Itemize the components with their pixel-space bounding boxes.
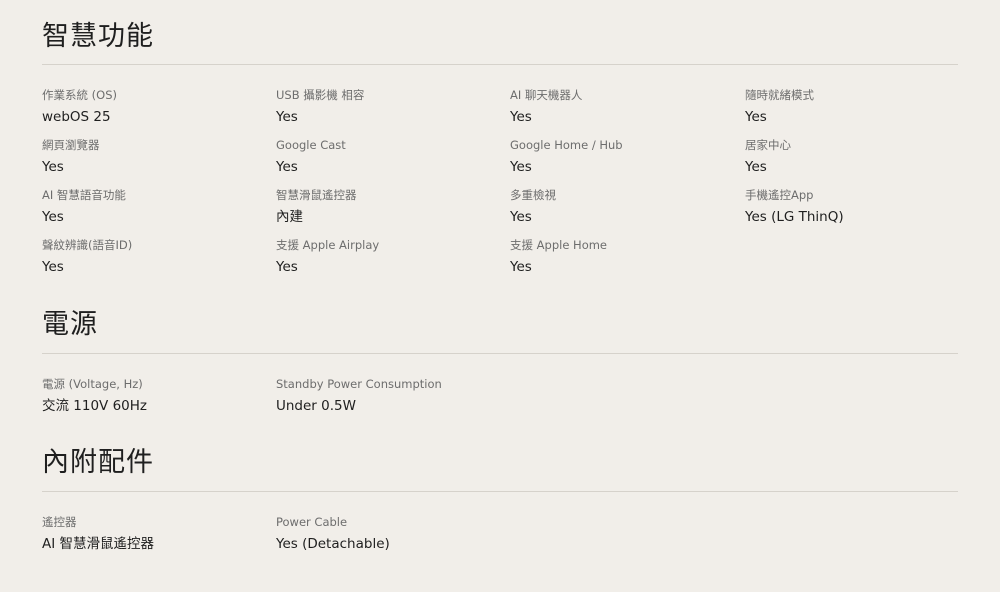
spec-value: Yes (510, 159, 532, 175)
section-divider (42, 353, 958, 354)
spec-power-cable: Power Cable Yes (Detachable) (276, 515, 506, 553)
spec-label: 智慧滑鼠遙控器 (276, 188, 357, 202)
spec-label: 電源 (Voltage, Hz) (42, 377, 143, 391)
spec-label: 網頁瀏覽器 (42, 138, 100, 152)
spec-label: 支援 Apple Home (510, 238, 608, 252)
spec-value: 交流 110V 60Hz (42, 398, 148, 414)
spec-voltage: 電源 (Voltage, Hz) 交流 110V 60Hz (42, 377, 272, 415)
spec-ai-voice: AI 智慧語音功能 Yes (42, 188, 272, 226)
spec-label: 手機遙控App (745, 188, 814, 202)
spec-usb-camera: USB 攝影機 相容 Yes (276, 88, 506, 126)
spec-value: Yes (745, 159, 767, 175)
spec-label: AI 智慧語音功能 (42, 188, 126, 202)
spec-value: Yes (276, 259, 298, 275)
spec-google-cast: Google Cast Yes (276, 138, 506, 176)
spec-label: 遙控器 (42, 515, 77, 529)
spec-web-browser: 網頁瀏覽器 Yes (42, 138, 272, 176)
spec-value: AI 智慧滑鼠遙控器 (42, 536, 155, 552)
section-divider (42, 64, 958, 65)
spec-label: 聲紋辨識(語音ID) (42, 238, 133, 252)
section-title-accessories: 內附配件 (42, 447, 154, 478)
spec-label: Standby Power Consumption (276, 377, 442, 391)
spec-value: Yes (42, 159, 64, 175)
spec-value: Yes (276, 159, 298, 175)
spec-google-home: Google Home / Hub Yes (510, 138, 740, 176)
spec-home-hub: 居家中心 Yes (745, 138, 975, 176)
spec-magic-remote: 智慧滑鼠遙控器 內建 (276, 188, 506, 226)
spec-value: Yes (510, 109, 532, 125)
section-title-power: 電源 (42, 309, 98, 340)
spec-value: Yes (745, 109, 767, 125)
section-title-smart: 智慧功能 (42, 21, 154, 52)
spec-label: 作業系統 (OS) (42, 88, 117, 102)
spec-value: Under 0.5W (276, 398, 356, 414)
spec-label: 支援 Apple Airplay (276, 238, 380, 252)
spec-apple-home: 支援 Apple Home Yes (510, 238, 740, 276)
spec-label: 居家中心 (745, 138, 791, 152)
spec-voice-id: 聲紋辨識(語音ID) Yes (42, 238, 272, 276)
spec-ai-chatbot: AI 聊天機器人 Yes (510, 88, 740, 126)
spec-value: Yes (LG ThinQ) (745, 209, 844, 225)
spec-multi-view: 多重檢視 Yes (510, 188, 740, 226)
spec-label: AI 聊天機器人 (510, 88, 583, 102)
spec-value: Yes (42, 259, 64, 275)
spec-standby-power: Standby Power Consumption Under 0.5W (276, 377, 506, 415)
spec-value: 內建 (276, 209, 303, 225)
spec-apple-airplay: 支援 Apple Airplay Yes (276, 238, 506, 276)
spec-value: Yes (510, 209, 532, 225)
spec-label: 隨時就緒模式 (745, 88, 814, 102)
section-divider (42, 491, 958, 492)
spec-os: 作業系統 (OS) webOS 25 (42, 88, 272, 126)
spec-value: Yes (42, 209, 64, 225)
spec-label: USB 攝影機 相容 (276, 88, 365, 102)
spec-value: Yes (Detachable) (276, 536, 390, 552)
spec-label: 多重檢視 (510, 188, 556, 202)
spec-always-ready: 隨時就緒模式 Yes (745, 88, 975, 126)
spec-value: Yes (276, 109, 298, 125)
spec-label: Google Cast (276, 138, 346, 152)
spec-value: webOS 25 (42, 109, 111, 125)
spec-mobile-remote-app: 手機遙控App Yes (LG ThinQ) (745, 188, 975, 226)
spec-value: Yes (510, 259, 532, 275)
spec-label: Google Home / Hub (510, 138, 623, 152)
spec-remote: 遙控器 AI 智慧滑鼠遙控器 (42, 515, 272, 553)
spec-label: Power Cable (276, 515, 348, 529)
